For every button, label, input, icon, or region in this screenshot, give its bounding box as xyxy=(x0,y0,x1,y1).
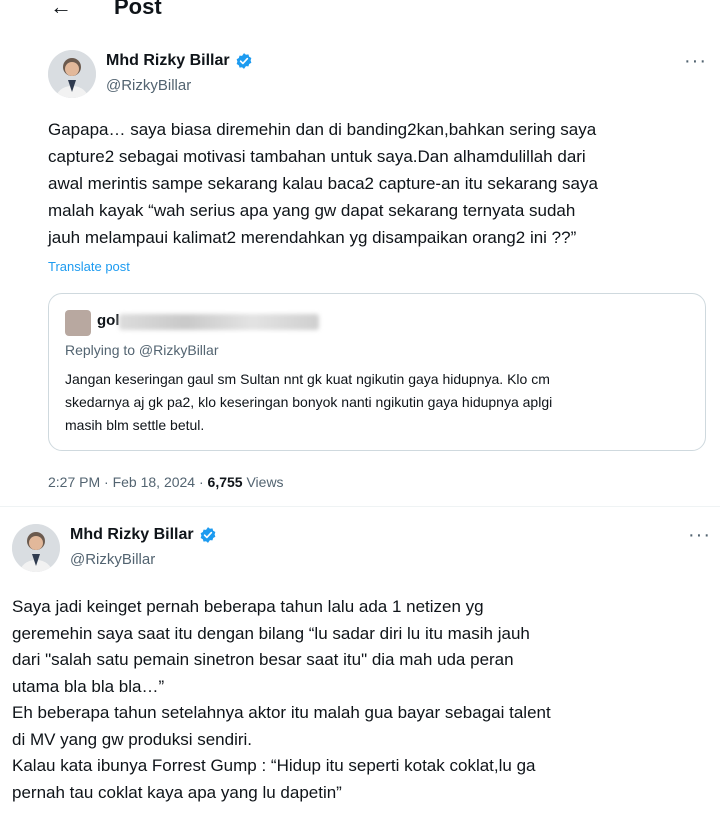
author-handle[interactable]: @RizkyBillar xyxy=(70,551,155,568)
page-title: Post xyxy=(114,0,162,19)
quoted-avatar xyxy=(65,310,91,336)
redacted-author-info xyxy=(119,314,319,330)
tweet-text: Saya jadi keinget pernah beberapa tahun … xyxy=(12,597,551,802)
quoted-tweet-text: Jangan keseringan gaul sm Sultan nnt gk … xyxy=(65,371,553,433)
tweet-text: Gapapa… saya biasa diremehin dan di band… xyxy=(48,120,598,247)
tweet-metadata: 2:27 PM · Feb 18, 2024 · 6,755 Views xyxy=(48,474,284,490)
author-name-row: Mhd Rizky Billar xyxy=(106,52,253,70)
translate-post-link[interactable]: Translate post xyxy=(48,259,130,274)
author-handle[interactable]: @RizkyBillar xyxy=(106,77,191,94)
quoted-tweet-card[interactable]: gol Replying to @RizkyBillar Jangan kese… xyxy=(48,293,706,451)
views-label: Views xyxy=(242,474,284,490)
timestamp[interactable]: 2:27 PM · Feb 18, 2024 · xyxy=(48,474,208,490)
verified-badge-icon xyxy=(200,527,215,543)
more-options-icon[interactable]: ··· xyxy=(688,524,711,547)
more-options-icon[interactable]: ··· xyxy=(684,50,707,73)
avatar[interactable] xyxy=(48,50,96,98)
quoted-author-name: gol xyxy=(97,312,120,329)
avatar[interactable] xyxy=(12,524,60,572)
divider xyxy=(0,506,720,507)
views-count: 6,755 xyxy=(207,474,243,490)
top-bar: ← Post xyxy=(0,0,720,26)
back-arrow-icon[interactable]: ← xyxy=(50,0,72,20)
author-name-row: Mhd Rizky Billar xyxy=(70,526,217,544)
verified-badge-icon xyxy=(236,53,251,69)
author-name[interactable]: Mhd Rizky Billar xyxy=(70,526,194,544)
avatar-image-icon xyxy=(48,50,96,98)
replying-to-label: Replying to @RizkyBillar xyxy=(65,342,219,358)
author-name[interactable]: Mhd Rizky Billar xyxy=(106,52,230,70)
avatar-image-icon xyxy=(12,524,60,572)
